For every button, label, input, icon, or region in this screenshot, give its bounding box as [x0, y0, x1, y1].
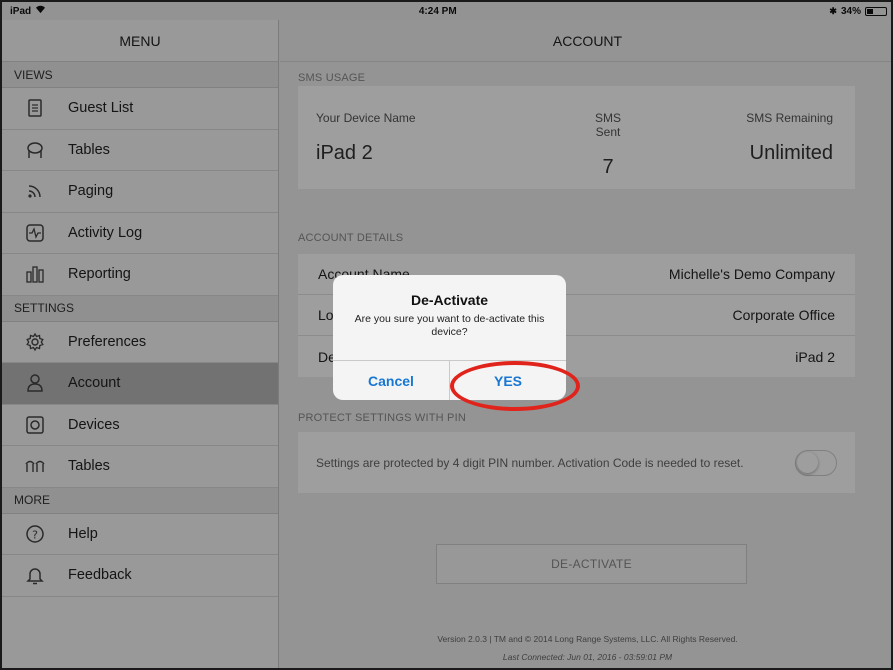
app-window: iPad 4:24 PM ✱ 34% MENU VIEWS Guest List T…	[0, 0, 893, 670]
dialog-message: Are you sure you want to de-activate thi…	[354, 313, 545, 339]
highlight-circle	[450, 361, 580, 411]
cancel-button[interactable]: Cancel	[333, 361, 449, 400]
dialog-title: De-Activate	[410, 292, 489, 308]
